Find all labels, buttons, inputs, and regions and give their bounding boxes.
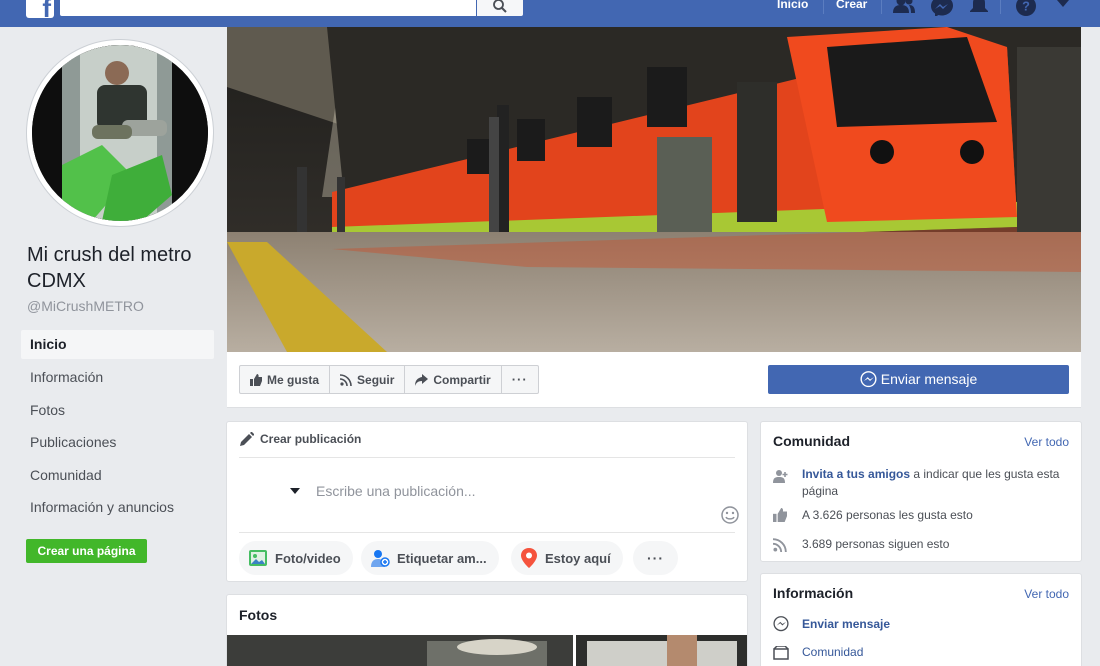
more-dots-icon: ··· bbox=[647, 550, 664, 566]
messenger-icon bbox=[773, 616, 789, 632]
category-icon bbox=[773, 646, 789, 660]
audience-caret-icon[interactable] bbox=[290, 488, 300, 494]
check-in-label: Estoy aquí bbox=[545, 550, 611, 566]
invite-friends-text: Invita a tus amigos a indicar que les gu… bbox=[802, 466, 1062, 500]
notifications-icon[interactable] bbox=[969, 0, 989, 16]
community-see-all-link[interactable]: Ver todo bbox=[1024, 435, 1069, 449]
thumbs-up-icon bbox=[773, 508, 787, 522]
nav-divider bbox=[881, 0, 882, 14]
profile-picture[interactable] bbox=[27, 40, 213, 226]
facebook-logo-icon[interactable]: f bbox=[26, 0, 54, 18]
search-input[interactable] bbox=[60, 0, 476, 16]
photo-video-label: Foto/video bbox=[275, 550, 341, 566]
search-icon bbox=[493, 0, 507, 13]
share-arrow-icon bbox=[415, 373, 429, 386]
profile-photo bbox=[32, 45, 208, 221]
photos-card: Fotos bbox=[226, 594, 748, 666]
page-actions-group: Me gusta Seguir Compartir ··· bbox=[239, 365, 539, 394]
tag-friends-label: Etiquetar am... bbox=[397, 550, 487, 566]
follow-button[interactable]: Seguir bbox=[330, 366, 406, 393]
page-action-bar: Me gusta Seguir Compartir ··· Enviar men… bbox=[227, 352, 1081, 408]
thumbs-up-icon bbox=[250, 373, 262, 386]
about-category-link[interactable]: Comunidad bbox=[802, 644, 1062, 661]
page-title: Mi crush del metro CDMX bbox=[27, 244, 192, 292]
tag-friends-button[interactable]: Etiquetar am... bbox=[361, 541, 499, 575]
caret-down-icon[interactable] bbox=[1057, 0, 1069, 8]
composer-header[interactable]: Crear publicación bbox=[240, 432, 361, 446]
cover-photo-image bbox=[227, 27, 1081, 352]
pencil-icon bbox=[240, 432, 254, 446]
rss-follow-icon bbox=[340, 373, 352, 386]
messenger-icon[interactable] bbox=[931, 0, 953, 16]
followers-count: 3.689 personas siguen esto bbox=[802, 537, 950, 551]
friends-icon[interactable] bbox=[892, 0, 916, 14]
nav-home-link[interactable]: Inicio bbox=[777, 0, 808, 11]
tag-friends-icon bbox=[371, 550, 390, 567]
post-composer: Crear publicación Escribe una publicació… bbox=[226, 421, 748, 582]
messenger-icon bbox=[860, 371, 877, 388]
community-title: Comunidad bbox=[773, 433, 850, 449]
composer-more-button[interactable]: ··· bbox=[633, 541, 678, 575]
about-card: Información Ver todo Enviar mensaje Comu… bbox=[760, 573, 1082, 666]
photo-video-button[interactable]: Foto/video bbox=[239, 541, 353, 575]
more-actions-button[interactable]: ··· bbox=[502, 366, 538, 393]
like-button[interactable]: Me gusta bbox=[240, 366, 331, 393]
about-send-message-link[interactable]: Enviar mensaje bbox=[802, 616, 1062, 633]
top-navigation-bar: f Inicio Crear ? bbox=[0, 0, 1100, 27]
photos-thumbnails[interactable] bbox=[227, 635, 748, 666]
invite-friends-link[interactable]: Invita a tus amigos bbox=[802, 467, 910, 481]
check-in-button[interactable]: Estoy aquí bbox=[511, 541, 623, 575]
nav-create-link[interactable]: Crear bbox=[836, 0, 867, 11]
sidebar-item-comunidad[interactable]: Comunidad bbox=[21, 461, 214, 490]
cover-photo[interactable] bbox=[227, 27, 1081, 352]
composer-input[interactable]: Escribe una publicación... bbox=[316, 483, 476, 499]
share-button[interactable]: Compartir bbox=[405, 366, 502, 393]
about-see-all-link[interactable]: Ver todo bbox=[1024, 587, 1069, 601]
photo-icon bbox=[249, 550, 267, 566]
page-username[interactable]: @MiCrushMETRO bbox=[27, 298, 144, 314]
community-card: Comunidad Ver todo Invita a tus amigos a… bbox=[760, 421, 1082, 562]
divider bbox=[239, 532, 735, 533]
likes-count: A 3.626 personas les gusta esto bbox=[802, 508, 973, 522]
more-dots-icon: ··· bbox=[511, 372, 528, 387]
nav-divider bbox=[823, 0, 824, 14]
profile-photo-image bbox=[32, 45, 208, 221]
sidebar-item-informacion[interactable]: Información bbox=[21, 363, 214, 392]
divider bbox=[239, 457, 735, 458]
sidebar-item-publicaciones[interactable]: Publicaciones bbox=[21, 428, 214, 457]
sidebar-item-informacion-anuncios[interactable]: Información y anuncios bbox=[21, 493, 214, 522]
send-message-label: Enviar mensaje bbox=[880, 371, 978, 387]
help-icon[interactable]: ? bbox=[1015, 0, 1037, 16]
photos-title[interactable]: Fotos bbox=[239, 607, 277, 623]
sidebar-item-inicio[interactable]: Inicio bbox=[21, 330, 214, 359]
svg-text:?: ? bbox=[1022, 0, 1030, 14]
nav-divider bbox=[1000, 0, 1001, 14]
search-button[interactable] bbox=[477, 0, 523, 16]
follow-button-label: Seguir bbox=[357, 372, 395, 387]
like-button-label: Me gusta bbox=[267, 372, 320, 387]
send-message-button[interactable]: Enviar mensaje bbox=[768, 365, 1069, 394]
location-pin-icon bbox=[521, 548, 537, 568]
invite-friends-icon bbox=[773, 470, 788, 483]
emoji-icon[interactable] bbox=[721, 506, 739, 524]
share-button-label: Compartir bbox=[433, 372, 491, 387]
composer-title: Crear publicación bbox=[260, 432, 362, 446]
create-page-button[interactable]: Crear una página bbox=[26, 539, 147, 563]
about-title: Información bbox=[773, 585, 854, 601]
rss-follow-icon bbox=[773, 538, 787, 552]
sidebar-item-fotos[interactable]: Fotos bbox=[21, 396, 214, 425]
